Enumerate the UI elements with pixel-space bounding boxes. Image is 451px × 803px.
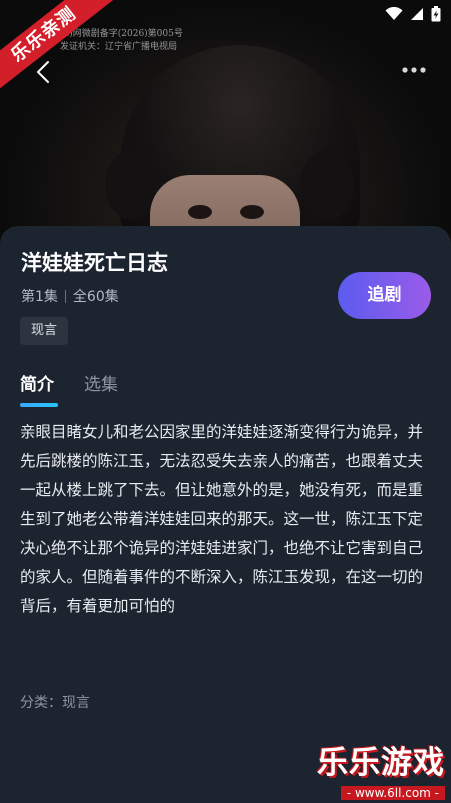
cover-image: (2)网微剧备字(2026)第005号 发证机关：辽宁省广播电视局 [0,0,451,260]
drama-title: 洋娃娃死亡日志 [21,251,168,275]
divider [64,289,66,303]
genre-tag[interactable]: 现言 [20,317,69,345]
tab-episodes[interactable]: 选集 [84,370,118,395]
cover-bun-right [300,150,354,220]
cellular-signal-icon [411,8,423,20]
cover-eye-left [188,205,212,219]
battery-charging-icon [431,6,441,22]
follow-drama-button[interactable]: 追剧 [338,272,431,319]
more-options-icon[interactable] [399,58,429,82]
total-episodes: 全60集 [72,289,119,305]
site-watermark: 乐乐游戏 - www.6ll.com - [317,737,445,801]
watermark-title: 乐乐游戏 [317,745,445,781]
back-icon[interactable] [30,58,58,86]
category-label: 分类：现言 [20,695,90,711]
episode-info: 第1集 全60集 [21,286,119,306]
current-episode: 第1集 [21,289,58,305]
wifi-icon [385,7,403,20]
tab-synopsis[interactable]: 简介 [20,370,58,407]
cover-eye-right [240,205,264,219]
synopsis-text: 亲眼目睹女儿和老公因家里的洋娃娃逐渐变得行为诡异，并先后跳楼的陈江玉，无法忍受失… [20,423,424,615]
drama-detail-panel: 洋娃娃死亡日志 第1集 全60集 现言 追剧 简介 选集 亲眼目睹女儿和老公因家… [0,226,451,803]
license-line: 发证机关：辽宁省广播电视局 [60,42,178,52]
detail-tabs: 简介 选集 [20,370,118,407]
active-tab-indicator [20,403,58,407]
tab-label: 简介 [20,375,54,395]
watermark-url: - www.6ll.com - [340,786,445,800]
tab-label: 选集 [84,375,118,395]
